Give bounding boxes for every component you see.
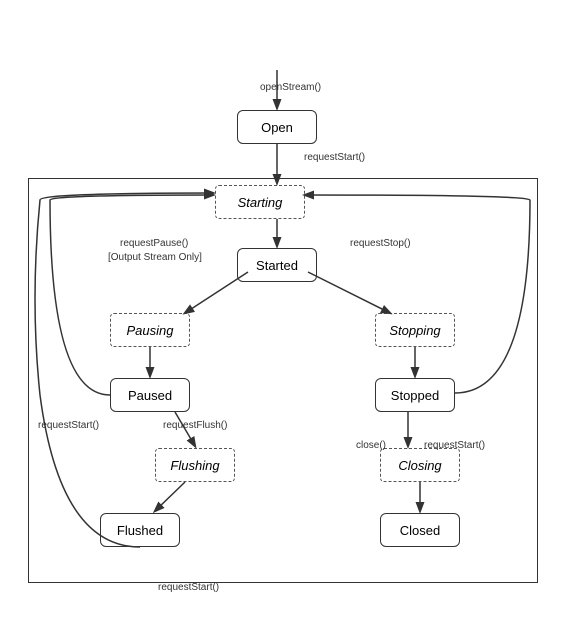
state-closed-label: Closed <box>400 523 440 538</box>
state-closed: Closed <box>380 513 460 547</box>
state-flushed: Flushed <box>100 513 180 547</box>
state-flushing-label: Flushing <box>170 458 219 473</box>
state-closing: Closing <box>380 448 460 482</box>
state-flushing: Flushing <box>155 448 235 482</box>
label-openstream: openStream() <box>260 82 321 93</box>
state-stopped: Stopped <box>375 378 455 412</box>
state-pausing: Pausing <box>110 313 190 347</box>
state-started: Started <box>237 248 317 282</box>
label-requestflush: requestFlush() <box>163 420 227 431</box>
state-closing-label: Closing <box>398 458 441 473</box>
state-paused: Paused <box>110 378 190 412</box>
label-requeststart-left: requestStart() <box>38 420 99 431</box>
label-requestpause: requestPause() <box>120 238 188 249</box>
label-requeststart-1: requestStart() <box>304 152 365 163</box>
label-requeststop: requestStop() <box>350 238 411 249</box>
label-requeststart-bottom: requestStart() <box>158 582 219 593</box>
state-open-label: Open <box>261 120 293 135</box>
label-requeststart-right: requestStart() <box>424 440 485 451</box>
label-output-stream: [Output Stream Only] <box>108 252 202 263</box>
state-open: Open <box>237 110 317 144</box>
label-close: close() <box>356 440 386 451</box>
state-stopping-label: Stopping <box>389 323 440 338</box>
state-started-label: Started <box>256 258 298 273</box>
state-pausing-label: Pausing <box>127 323 174 338</box>
state-starting: Starting <box>215 185 305 219</box>
state-stopped-label: Stopped <box>391 388 439 403</box>
state-paused-label: Paused <box>128 388 172 403</box>
state-stopping: Stopping <box>375 313 455 347</box>
state-diagram: Open Starting Started Pausing Paused Sto… <box>0 0 574 631</box>
state-flushed-label: Flushed <box>117 523 163 538</box>
state-starting-label: Starting <box>238 195 283 210</box>
arrows-svg <box>0 0 574 631</box>
